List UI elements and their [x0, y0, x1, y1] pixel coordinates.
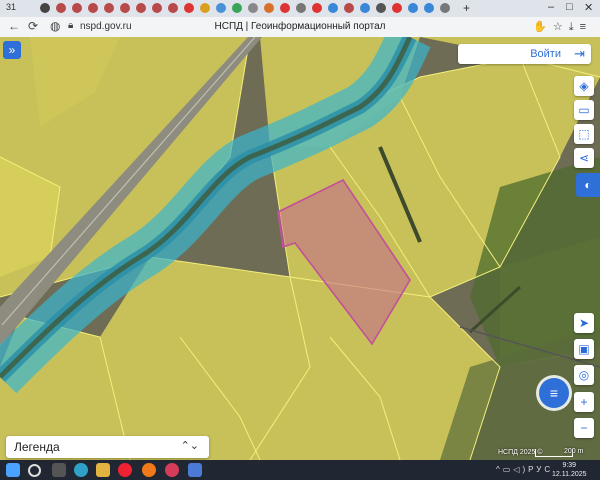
map-canvas[interactable] [0, 37, 600, 460]
browser-toolbar-icons[interactable]: ✋☆⤓≡ [533, 20, 592, 34]
edge-icon[interactable] [74, 463, 88, 477]
firefox-icon[interactable] [142, 463, 156, 477]
ruler-icon[interactable]: ▭ [574, 100, 594, 120]
browser-tab[interactable] [120, 3, 130, 13]
browser-tab[interactable] [136, 3, 146, 13]
clock-time: 9:39 [562, 462, 577, 469]
language-indicator[interactable]: РУС [528, 465, 553, 474]
back-button[interactable]: ← [8, 19, 20, 33]
screen-icon[interactable]: ▣ [574, 339, 594, 359]
taskbar: ^▭◁)РУС 9:39 12.11.2025 [0, 460, 600, 480]
shield-icon[interactable]: ◍ [50, 19, 60, 33]
browser-tab[interactable] [216, 3, 226, 13]
scale-label: 200 m [564, 448, 584, 455]
expand-panel-button[interactable]: » [3, 41, 21, 59]
login-arrow-icon: ⇥ [574, 46, 585, 61]
scale-bar: 200 m [535, 448, 583, 457]
search-icon[interactable] [28, 464, 41, 477]
browser-tab[interactable] [184, 3, 194, 13]
browser-tab[interactable] [296, 3, 306, 13]
browser-tab[interactable] [264, 3, 274, 13]
browser-tab[interactable] [248, 3, 258, 13]
clock-date: 12.11.2025 [552, 471, 587, 478]
search-location-icon[interactable]: ◎ [574, 365, 594, 385]
windows-start-icon[interactable] [6, 463, 20, 477]
reload-button[interactable]: ⟳ [28, 19, 38, 33]
browser-tab[interactable] [328, 3, 338, 13]
browser-tab[interactable] [392, 3, 402, 13]
browser-tab[interactable] [168, 3, 178, 13]
browser-tab[interactable] [40, 3, 50, 13]
system-tray[interactable]: ^▭◁)РУС [496, 465, 553, 474]
chevron-updown-icon[interactable]: ⌃⌄ [181, 439, 199, 452]
app-icon[interactable] [165, 463, 179, 477]
layers-icon[interactable]: ◈ [574, 76, 594, 96]
new-tab-button[interactable]: + [463, 1, 470, 15]
select-area-icon[interactable]: ⬚ [574, 124, 594, 144]
browser-tab[interactable] [344, 3, 354, 13]
browser-tab[interactable] [408, 3, 418, 13]
browser-tab[interactable] [280, 3, 290, 13]
browser-tab[interactable] [72, 3, 82, 13]
browser-tab[interactable] [312, 3, 322, 13]
browser-tab[interactable] [152, 3, 162, 13]
yandex-browser-icon[interactable] [118, 463, 132, 477]
browser-tab[interactable] [88, 3, 98, 13]
chat-icon[interactable]: ≡ [539, 378, 569, 408]
maximize-icon[interactable]: □ [566, 1, 573, 13]
locate-icon[interactable]: ➤ [574, 313, 594, 333]
map-view[interactable]: » Войти ⇥ ◈ ▭ ⬚ ⋖ ◐ ➤ ▣ ◎ ≡ + − Легенда … [0, 37, 600, 460]
tab-count-badge[interactable]: 31 [6, 2, 16, 12]
save-icon[interactable] [188, 463, 202, 477]
explorer-icon[interactable] [96, 463, 110, 477]
browser-tab[interactable] [424, 3, 434, 13]
browser-tab[interactable] [376, 3, 386, 13]
task-view-icon[interactable] [52, 463, 66, 477]
zoom-out-button[interactable]: − [574, 418, 594, 438]
browser-tab-strip: 31 + – □ ✕ [0, 0, 600, 17]
legend-label: Легенда [14, 440, 60, 454]
close-window-icon[interactable]: ✕ [584, 1, 593, 14]
lock-icon: 🔒︎ [68, 20, 74, 31]
legend-panel[interactable]: Легенда ⌃⌄ [6, 436, 209, 458]
clock[interactable]: 9:39 12.11.2025 [552, 461, 587, 479]
address-bar: ← ⟳ ◍ 🔒︎ nspd.gov.ru НСПД | Геоинформаци… [0, 17, 600, 38]
browser-tab[interactable] [232, 3, 242, 13]
url-field[interactable]: nspd.gov.ru [80, 21, 132, 32]
nspd-logo-icon[interactable]: ◐ [576, 173, 600, 197]
login-label: Войти [530, 48, 561, 60]
login-button[interactable]: Войти ⇥ [458, 44, 591, 64]
share-icon[interactable]: ⋖ [574, 148, 594, 168]
browser-tab[interactable] [200, 3, 210, 13]
browser-tab[interactable] [440, 3, 450, 13]
zoom-in-button[interactable]: + [574, 392, 594, 412]
browser-tab[interactable] [360, 3, 370, 13]
browser-tab[interactable] [104, 3, 114, 13]
minimize-icon[interactable]: – [548, 1, 554, 13]
browser-tab[interactable] [56, 3, 66, 13]
